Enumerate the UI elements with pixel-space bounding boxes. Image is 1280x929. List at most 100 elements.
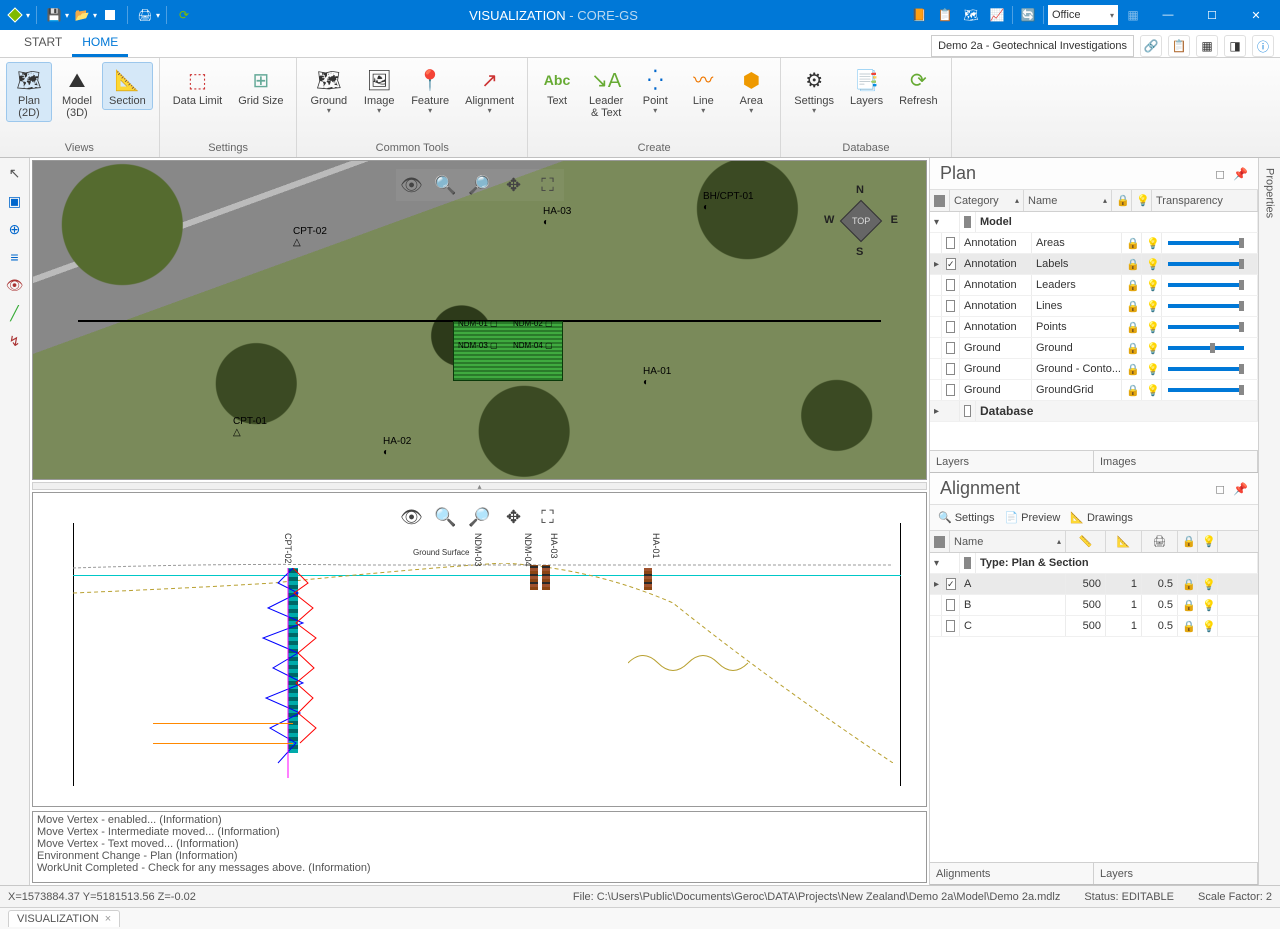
log-panel[interactable]: Move Vertex - enabled... (Information) M… xyxy=(32,811,927,883)
group-views-label: Views xyxy=(0,142,159,157)
text-button[interactable]: AbcText xyxy=(534,62,580,110)
plan-row[interactable]: Annotation Areas 🔒 💡 xyxy=(930,233,1258,254)
plan-tree[interactable]: ▾Model Annotation Areas 🔒 💡 ▸ ✓ Annotati… xyxy=(930,212,1258,401)
zoom-window-icon[interactable]: 🔍 xyxy=(432,171,460,199)
cursor-icon[interactable]: ↖ xyxy=(4,162,26,184)
plan-tab-layers[interactable]: Layers xyxy=(930,451,1094,472)
db-layers-button[interactable]: 📑Layers xyxy=(843,62,890,110)
plan-row[interactable]: Ground Ground - Conto... 🔒 💡 xyxy=(930,359,1258,380)
eye-icon[interactable]: 👁 xyxy=(398,503,426,531)
select-add-icon[interactable]: ⊕ xyxy=(4,218,26,240)
chart-icon[interactable]: 📈 xyxy=(986,4,1008,26)
window-icon[interactable]: ▦ xyxy=(1196,35,1218,57)
map-icon[interactable]: 🗺 xyxy=(960,4,982,26)
zoom-icon[interactable]: 🔎 xyxy=(466,171,494,199)
image-button[interactable]: 🖼Image▾ xyxy=(356,62,402,119)
plan-row[interactable]: Ground GroundGrid 🔒 💡 xyxy=(930,380,1258,401)
help-icon[interactable]: ⓘ xyxy=(1252,35,1274,57)
model-3d-button[interactable]: ⛰Model (3D) xyxy=(54,62,100,122)
zoom-icon[interactable]: 🔎 xyxy=(466,503,494,531)
book-icon[interactable]: 📙 xyxy=(908,4,930,26)
restore-icon[interactable]: ◻ xyxy=(1215,482,1225,496)
align-drawings-button[interactable]: 📐 Drawings xyxy=(1070,511,1133,524)
horizontal-splitter[interactable]: ▴ xyxy=(32,482,927,490)
log-line: Move Vertex - enabled... (Information) xyxy=(37,814,922,826)
minimize-button[interactable]: — xyxy=(1148,0,1188,30)
document-select[interactable]: Demo 2a - Geotechnical Investigations xyxy=(931,35,1134,57)
plan-row[interactable]: Annotation Points 🔒 💡 xyxy=(930,317,1258,338)
ground-button[interactable]: 🗺Ground▾ xyxy=(303,62,354,119)
plan-row[interactable]: Ground Ground 🔒 💡 xyxy=(930,338,1258,359)
tab-start[interactable]: START xyxy=(14,30,72,57)
point-button[interactable]: ⁛Point▾ xyxy=(632,62,678,119)
close-button[interactable]: ✕ xyxy=(1236,0,1276,30)
measure-line-icon[interactable]: ╱ xyxy=(4,302,26,324)
feature-button[interactable]: 📍Feature▾ xyxy=(404,62,456,119)
map-label-ndm02: NDM-02 ▢ xyxy=(513,319,553,328)
eye-icon[interactable]: 👁 xyxy=(398,171,426,199)
refresh-icon[interactable]: ⟳ xyxy=(173,4,195,26)
alignment-button[interactable]: ↗Alignment▾ xyxy=(458,62,521,119)
close-tab-icon[interactable]: × xyxy=(105,913,111,925)
plan-tab-images[interactable]: Images xyxy=(1094,451,1258,472)
grid-size-button[interactable]: ⊞Grid Size xyxy=(231,62,290,110)
data-limit-button[interactable]: ⬚Data Limit xyxy=(166,62,230,110)
area-button[interactable]: ⬢Area▾ xyxy=(728,62,774,119)
extents-icon[interactable]: ⛶ xyxy=(534,171,562,199)
section-button[interactable]: 📐Section xyxy=(102,62,153,110)
pin-icon[interactable]: 📌 xyxy=(1233,482,1248,496)
stop-icon[interactable] xyxy=(99,4,121,26)
align-tab-alignments[interactable]: Alignments xyxy=(930,863,1094,884)
db-settings-button[interactable]: ⚙Settings▾ xyxy=(787,62,841,119)
align-tab-layers[interactable]: Layers xyxy=(1094,863,1258,884)
section-viewport[interactable]: 👁 🔍 🔎 ✥ ⛶ xyxy=(32,492,927,807)
leader-text-button[interactable]: ↘ALeader & Text xyxy=(582,62,630,122)
pin-icon[interactable]: 📌 xyxy=(1233,167,1248,181)
grid-icon[interactable]: ▦ xyxy=(1122,4,1144,26)
align-preview-button[interactable]: 📄 Preview xyxy=(1004,511,1060,524)
right-panels: Plan ◻📌 Category ▴ Name ▴ 🔒 💡 Transparen… xyxy=(930,158,1280,885)
plan-row[interactable]: Annotation Lines 🔒 💡 xyxy=(930,296,1258,317)
select-layer-icon[interactable]: ≡ xyxy=(4,246,26,268)
doc-tab-visualization[interactable]: VISUALIZATION× xyxy=(8,910,120,927)
align-row[interactable]: B 500 1 0.5 🔒 💡 xyxy=(930,595,1258,616)
window-title: VISUALIZATION - CORE-GS xyxy=(199,8,908,23)
app-icon[interactable] xyxy=(4,4,26,26)
pan-icon[interactable]: ✥ xyxy=(500,171,528,199)
office-select[interactable]: Office▾ xyxy=(1048,5,1118,25)
plan-2d-button[interactable]: 🗺Plan (2D) xyxy=(6,62,52,122)
measure-path-icon[interactable]: ↯ xyxy=(4,330,26,352)
db-refresh-button[interactable]: ⟳Refresh xyxy=(892,62,945,110)
save-icon[interactable]: 💾 xyxy=(43,4,65,26)
compass[interactable]: TOP N E S W xyxy=(826,186,896,256)
restore-icon[interactable]: ◻ xyxy=(1215,167,1225,181)
log-line: Move Vertex - Text moved... (Information… xyxy=(37,838,922,850)
panel-icon[interactable]: ◨ xyxy=(1224,35,1246,57)
clipboard-icon[interactable]: 📋 xyxy=(934,4,956,26)
plan-viewport[interactable]: CPT-02△ CPT-01△ HA-03◐ HA-01◐ HA-02◐ BH/… xyxy=(32,160,927,480)
plan-row[interactable]: ▸ ✓ Annotation Labels 🔒 💡 xyxy=(930,254,1258,275)
align-row[interactable]: C 500 1 0.5 🔒 💡 xyxy=(930,616,1258,637)
plan-row[interactable]: Annotation Leaders 🔒 💡 xyxy=(930,275,1258,296)
zoom-window-icon[interactable]: 🔍 xyxy=(432,503,460,531)
align-tree[interactable]: ▾Type: Plan & Section ▸ ✓ A 500 1 0.5 🔒 … xyxy=(930,553,1258,637)
extents-icon[interactable]: ⛶ xyxy=(534,503,562,531)
status-file: File: C:\Users\Public\Documents\Geroc\DA… xyxy=(573,891,1060,903)
line-button[interactable]: 〰Line▾ xyxy=(680,62,726,119)
quick-access-toolbar: ▾ 💾▾ 📂▾ 🖨▾ ⟳ xyxy=(0,4,199,26)
select-rect-icon[interactable]: ▣ xyxy=(4,190,26,212)
map-label-bhcpt01: BH/CPT-01◐ xyxy=(703,191,754,214)
open-icon[interactable]: 📂 xyxy=(71,4,93,26)
sync-icon[interactable]: 🔄 xyxy=(1017,4,1039,26)
status-editable: Status: EDITABLE xyxy=(1084,891,1174,903)
link-icon[interactable]: 🔗 xyxy=(1140,35,1162,57)
eye-off-icon[interactable]: 👁 xyxy=(4,274,26,296)
align-settings-button[interactable]: 🔍 Settings xyxy=(938,511,994,524)
pan-icon[interactable]: ✥ xyxy=(500,503,528,531)
tab-home[interactable]: HOME xyxy=(72,30,128,57)
align-row[interactable]: ▸ ✓ A 500 1 0.5 🔒 💡 xyxy=(930,574,1258,595)
maximize-button[interactable]: ☐ xyxy=(1192,0,1232,30)
print-icon[interactable]: 🖨 xyxy=(134,4,156,26)
properties-dock-tab[interactable]: Properties xyxy=(1258,158,1280,885)
paste-icon[interactable]: 📋 xyxy=(1168,35,1190,57)
